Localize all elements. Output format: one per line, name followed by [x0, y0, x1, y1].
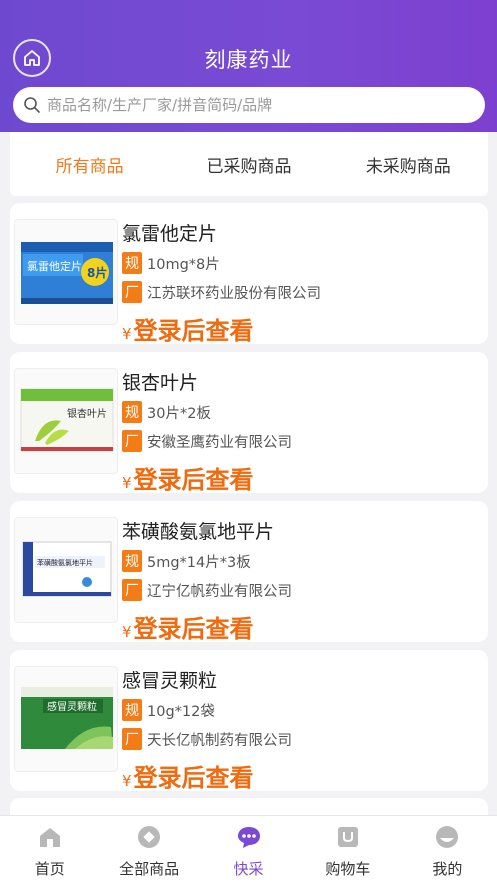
product-spec: 规 10mg*8片 — [122, 252, 220, 274]
tabbar-label: 购物车 — [325, 860, 371, 878]
maker-tag: 厂 — [122, 430, 142, 452]
product-name: 银杏叶片 — [122, 372, 199, 394]
svg-text:8片: 8片 — [87, 265, 107, 280]
manufacturer-value: 安徽圣鹰药业有限公司 — [147, 434, 292, 451]
svg-text:感冒灵颗粒: 感冒灵颗粒 — [47, 700, 97, 713]
chat-icon — [237, 827, 260, 848]
tab-all-products[interactable]: 所有商品 — [10, 132, 169, 196]
product-image: 银杏叶片 — [14, 368, 118, 474]
login-to-view-price[interactable]: 登录后查看 — [134, 609, 254, 644]
tab-unpurchased-products[interactable]: 未采购商品 — [329, 132, 488, 196]
product-name: 感冒灵颗粒 — [122, 670, 218, 692]
product-price: ¥ 登录后查看 — [122, 460, 254, 495]
login-to-view-price[interactable]: 登录后查看 — [134, 758, 254, 793]
tabbar-item-profile[interactable]: 我的 — [398, 816, 497, 883]
search-icon — [24, 97, 40, 113]
grid-icon — [138, 826, 161, 848]
app-header: 刻康药业 — [0, 0, 497, 132]
spec-tag: 规 — [122, 699, 142, 721]
page-title: 刻康药业 — [204, 48, 293, 72]
currency-symbol: ¥ — [122, 623, 132, 641]
product-name: 苯磺酸氨氯地平片 — [122, 521, 275, 543]
maker-tag: 厂 — [122, 281, 142, 303]
product-name: 氯雷他定片 — [122, 223, 218, 245]
product-spec: 规 5mg*14片*3板 — [122, 550, 251, 572]
svg-text:氯雷他定片: 氯雷他定片 — [27, 259, 82, 273]
login-to-view-price[interactable]: 登录后查看 — [134, 311, 254, 346]
product-image: 感冒灵颗粒 — [14, 666, 118, 772]
currency-symbol: ¥ — [122, 325, 132, 343]
product-list: 氯雷他定片 8片 氯雷他定片 规 10mg*8片 厂 江苏联环药业股份有限公司 … — [10, 203, 488, 799]
product-manufacturer: 厂 江苏联环药业股份有限公司 — [122, 281, 321, 303]
spec-tag: 规 — [122, 401, 142, 423]
product-spec: 规 10g*12袋 — [122, 699, 215, 721]
tabbar-item-quick-purchase[interactable]: 快采 — [199, 816, 298, 883]
tabbar-label: 快采 — [233, 860, 264, 878]
tabbar-item-home[interactable]: 首页 — [0, 816, 99, 883]
manufacturer-value: 辽宁亿帆药业有限公司 — [147, 583, 292, 600]
product-card[interactable]: 银杏叶片 银杏叶片 规 30片*2板 厂 安徽圣鹰药业有限公司 ¥ 登录后查看 — [10, 352, 488, 495]
search-bar[interactable] — [13, 87, 485, 123]
tabbar-item-all-products[interactable]: 全部商品 — [99, 816, 198, 883]
filter-tabs: 所有商品 已采购商品 未采购商品 — [10, 132, 488, 196]
search-input[interactable] — [47, 96, 485, 114]
spec-value: 30片*2板 — [147, 405, 211, 422]
product-manufacturer: 厂 辽宁亿帆药业有限公司 — [122, 579, 292, 601]
product-price: ¥ 登录后查看 — [122, 311, 254, 346]
spec-value: 5mg*14片*3板 — [147, 554, 251, 571]
tabbar-label: 我的 — [432, 860, 463, 878]
cart-icon — [337, 827, 358, 847]
maker-tag: 厂 — [122, 728, 142, 750]
spec-value: 10mg*8片 — [147, 256, 220, 273]
product-manufacturer: 厂 天长亿帆制药有限公司 — [122, 728, 292, 750]
spec-value: 10g*12袋 — [147, 703, 215, 720]
product-image: 苯磺酸氨氯地平片 — [14, 517, 118, 623]
currency-symbol: ¥ — [122, 474, 132, 492]
home-icon — [39, 828, 60, 847]
currency-symbol: ¥ — [122, 772, 132, 790]
manufacturer-value: 江苏联环药业股份有限公司 — [147, 285, 321, 302]
bottom-tab-bar: 首页 全部商品 快采 购物车 我的 — [0, 815, 497, 883]
login-to-view-price[interactable]: 登录后查看 — [134, 460, 254, 495]
product-card[interactable]: 苯磺酸氨氯地平片 苯磺酸氨氯地平片 规 5mg*14片*3板 厂 辽宁亿帆药业有… — [10, 501, 488, 644]
tabbar-item-cart[interactable]: 购物车 — [298, 816, 397, 883]
tab-purchased-products[interactable]: 已采购商品 — [169, 132, 328, 196]
tabbar-label: 首页 — [34, 860, 65, 878]
tabbar-label: 全部商品 — [119, 860, 180, 878]
product-price: ¥ 登录后查看 — [122, 609, 254, 644]
svg-text:银杏叶片: 银杏叶片 — [67, 407, 107, 420]
product-card[interactable]: 氯雷他定片 8片 氯雷他定片 规 10mg*8片 厂 江苏联环药业股份有限公司 … — [10, 203, 488, 346]
spec-tag: 规 — [122, 252, 142, 274]
spec-tag: 规 — [122, 550, 142, 572]
product-spec: 规 30片*2板 — [122, 401, 211, 423]
svg-text:苯磺酸氨氯地平片: 苯磺酸氨氯地平片 — [37, 558, 93, 567]
product-image: 氯雷他定片 8片 — [14, 219, 118, 325]
product-manufacturer: 厂 安徽圣鹰药业有限公司 — [122, 430, 292, 452]
manufacturer-value: 天长亿帆制药有限公司 — [147, 732, 292, 749]
maker-tag: 厂 — [122, 579, 142, 601]
product-card[interactable]: 感冒灵颗粒 感冒灵颗粒 规 10g*12袋 厂 天长亿帆制药有限公司 ¥ 登录后… — [10, 650, 488, 793]
product-price: ¥ 登录后查看 — [122, 758, 254, 793]
user-icon — [436, 826, 459, 848]
